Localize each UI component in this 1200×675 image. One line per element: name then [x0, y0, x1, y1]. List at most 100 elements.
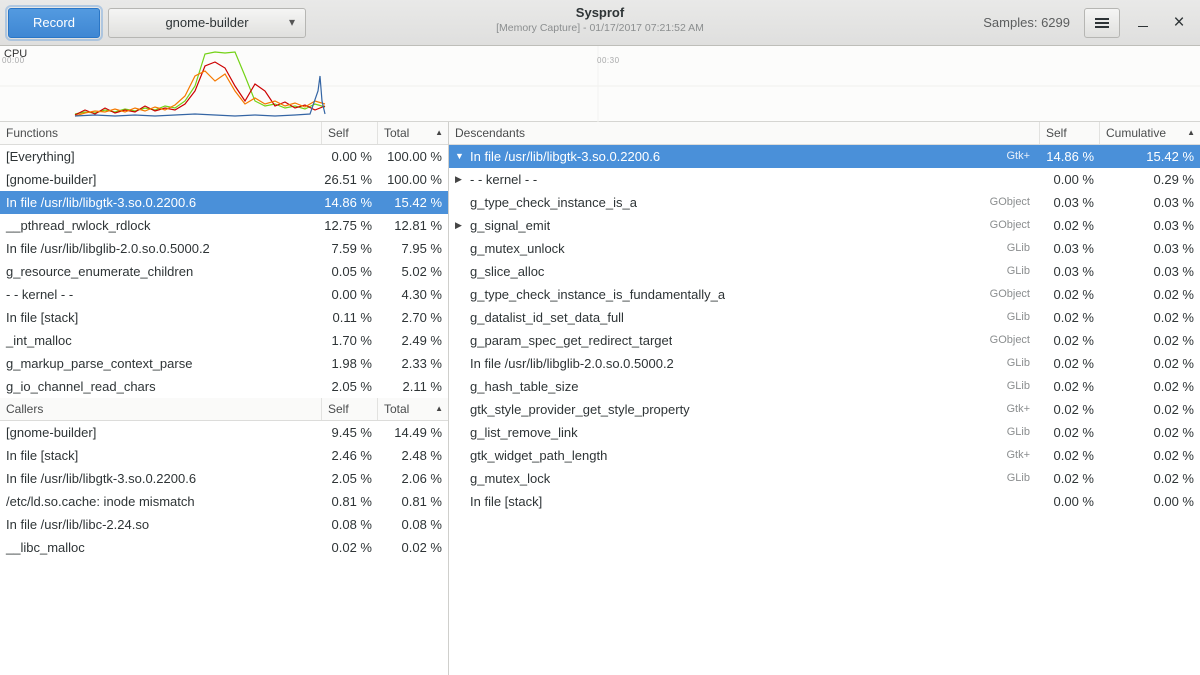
table-row[interactable]: g_type_check_instance_is_fundamentally_a…: [449, 283, 1200, 306]
callers-total-column-header[interactable]: Total ▲: [378, 398, 448, 420]
row-total-percent: 0.02 %: [378, 536, 448, 559]
row-cumulative-percent: 0.02 %: [1100, 467, 1200, 490]
row-self-percent: 0.02 %: [322, 536, 378, 559]
table-row[interactable]: In file /usr/lib/libglib-2.0.so.0.5000.2…: [0, 237, 448, 260]
table-row[interactable]: _int_malloc1.70 %2.49 %: [0, 329, 448, 352]
table-row[interactable]: gtk_widget_path_lengthGtk+0.02 %0.02 %: [449, 444, 1200, 467]
table-row[interactable]: g_slice_allocGLib0.03 %0.03 %: [449, 260, 1200, 283]
functions-total-column-header[interactable]: Total ▲: [378, 122, 448, 144]
category-label: GLib: [1007, 375, 1040, 398]
row-self-percent: 0.00 %: [1040, 168, 1100, 191]
row-self-percent: 0.11 %: [322, 306, 378, 329]
table-row[interactable]: g_markup_parse_context_parse1.98 %2.33 %: [0, 352, 448, 375]
category-label: GObject: [990, 329, 1040, 352]
minimize-button[interactable]: [1130, 10, 1156, 36]
functions-self-column-header[interactable]: Self: [322, 122, 378, 144]
callers-self-column-header[interactable]: Self: [322, 398, 378, 420]
row-total-percent: 2.70 %: [378, 306, 448, 329]
category-label: GLib: [1007, 237, 1040, 260]
table-row[interactable]: gtk_style_provider_get_style_propertyGtk…: [449, 398, 1200, 421]
row-function-name: In file /usr/lib/libgtk-3.so.0.2200.6: [0, 467, 322, 490]
table-row[interactable]: __libc_malloc0.02 %0.02 %: [0, 536, 448, 559]
table-row[interactable]: __pthread_rwlock_rdlock12.75 %12.81 %: [0, 214, 448, 237]
table-row[interactable]: g_list_remove_linkGLib0.02 %0.02 %: [449, 421, 1200, 444]
process-selector-label: gnome-builder: [165, 15, 248, 30]
row-self-percent: 0.02 %: [1040, 352, 1100, 375]
table-row[interactable]: In file [stack]0.11 %2.70 %: [0, 306, 448, 329]
row-name-cell: g_type_check_instance_is_aGObject: [449, 191, 1040, 214]
record-button[interactable]: Record: [8, 8, 100, 38]
row-total-percent: 15.42 %: [378, 191, 448, 214]
table-row[interactable]: [Everything]0.00 %100.00 %: [0, 145, 448, 168]
minimize-icon: [1138, 26, 1148, 27]
row-self-percent: 0.02 %: [1040, 375, 1100, 398]
table-row[interactable]: In file [stack]0.00 %0.00 %: [449, 490, 1200, 513]
table-row[interactable]: /etc/ld.so.cache: inode mismatch0.81 %0.…: [0, 490, 448, 513]
row-cumulative-percent: 0.03 %: [1100, 214, 1200, 237]
row-function-name: In file [stack]: [0, 306, 322, 329]
row-self-percent: 0.03 %: [1040, 260, 1100, 283]
descendants-column-header[interactable]: Descendants: [449, 122, 1040, 144]
table-row[interactable]: [gnome-builder]9.45 %14.49 %: [0, 421, 448, 444]
descendants-cumulative-column-header[interactable]: Cumulative ▲: [1100, 122, 1200, 144]
table-row[interactable]: ▶- - kernel - -0.00 %0.29 %: [449, 168, 1200, 191]
row-total-percent: 5.02 %: [378, 260, 448, 283]
close-button[interactable]: ×: [1166, 10, 1192, 36]
table-row[interactable]: g_param_spec_get_redirect_targetGObject0…: [449, 329, 1200, 352]
table-row[interactable]: In file [stack]2.46 %2.48 %: [0, 444, 448, 467]
table-row[interactable]: - - kernel - -0.00 %4.30 %: [0, 283, 448, 306]
descendants-self-column-header[interactable]: Self: [1040, 122, 1100, 144]
row-name-cell: gtk_widget_path_lengthGtk+: [449, 444, 1040, 467]
row-self-percent: 0.00 %: [322, 283, 378, 306]
row-function-name: g_datalist_id_set_data_full: [470, 306, 624, 329]
row-self-percent: 9.45 %: [322, 421, 378, 444]
row-name-cell: g_mutex_lockGLib: [449, 467, 1040, 490]
table-row[interactable]: In file /usr/lib/libc-2.24.so0.08 %0.08 …: [0, 513, 448, 536]
row-self-percent: 1.70 %: [322, 329, 378, 352]
row-total-percent: 4.30 %: [378, 283, 448, 306]
row-self-percent: 12.75 %: [322, 214, 378, 237]
callers-column-header[interactable]: Callers: [0, 398, 322, 420]
callers-table-header: Callers Self Total ▲: [0, 398, 448, 421]
table-row[interactable]: In file /usr/lib/libglib-2.0.so.0.5000.2…: [449, 352, 1200, 375]
table-row[interactable]: ▼In file /usr/lib/libgtk-3.so.0.2200.6Gt…: [449, 145, 1200, 168]
cpu-graph[interactable]: CPU 00:00 00:30: [0, 46, 1200, 122]
table-row[interactable]: In file /usr/lib/libgtk-3.so.0.2200.614.…: [0, 191, 448, 214]
expander-icon[interactable]: ▶: [455, 214, 470, 237]
table-row[interactable]: g_mutex_lockGLib0.02 %0.02 %: [449, 467, 1200, 490]
table-row[interactable]: g_resource_enumerate_children0.05 %5.02 …: [0, 260, 448, 283]
row-function-name: g_mutex_unlock: [470, 237, 565, 260]
category-label: GLib: [1007, 421, 1040, 444]
table-row[interactable]: g_datalist_id_set_data_fullGLib0.02 %0.0…: [449, 306, 1200, 329]
category-label: Gtk+: [1006, 398, 1040, 421]
expander-icon[interactable]: ▼: [455, 145, 470, 168]
table-row[interactable]: In file /usr/lib/libgtk-3.so.0.2200.6 2.0…: [0, 467, 448, 490]
row-name-cell: g_list_remove_linkGLib: [449, 421, 1040, 444]
table-row[interactable]: g_hash_table_sizeGLib0.02 %0.02 %: [449, 375, 1200, 398]
category-label: GObject: [990, 214, 1040, 237]
table-row[interactable]: ▶g_signal_emitGObject0.02 %0.03 %: [449, 214, 1200, 237]
row-cumulative-percent: 0.02 %: [1100, 329, 1200, 352]
expander-icon[interactable]: ▶: [455, 168, 470, 191]
table-row[interactable]: g_io_channel_read_chars2.05 %2.11 %: [0, 375, 448, 398]
functions-table-header: Functions Self Total ▲: [0, 122, 448, 145]
row-name-cell: g_type_check_instance_is_fundamentally_a…: [449, 283, 1040, 306]
functions-table: [Everything]0.00 %100.00 %[gnome-builder…: [0, 145, 448, 398]
row-total-percent: 2.48 %: [378, 444, 448, 467]
table-row[interactable]: g_type_check_instance_is_aGObject0.03 %0…: [449, 191, 1200, 214]
category-label: Gtk+: [1006, 145, 1040, 168]
process-selector[interactable]: gnome-builder ▾: [108, 8, 306, 38]
row-name-cell: ▶- - kernel - -: [449, 168, 1040, 191]
row-function-name: g_slice_alloc: [470, 260, 544, 283]
menu-button[interactable]: [1084, 8, 1120, 38]
table-row[interactable]: [gnome-builder]26.51 %100.00 %: [0, 168, 448, 191]
row-self-percent: 26.51 %: [322, 168, 378, 191]
close-icon: ×: [1173, 13, 1184, 32]
row-total-percent: 2.06 %: [378, 467, 448, 490]
row-function-name: g_io_channel_read_chars: [0, 375, 322, 398]
sort-indicator-icon: ▲: [435, 398, 443, 420]
table-row[interactable]: g_mutex_unlockGLib0.03 %0.03 %: [449, 237, 1200, 260]
category-label: GObject: [990, 283, 1040, 306]
functions-column-header[interactable]: Functions: [0, 122, 322, 144]
row-total-percent: 12.81 %: [378, 214, 448, 237]
